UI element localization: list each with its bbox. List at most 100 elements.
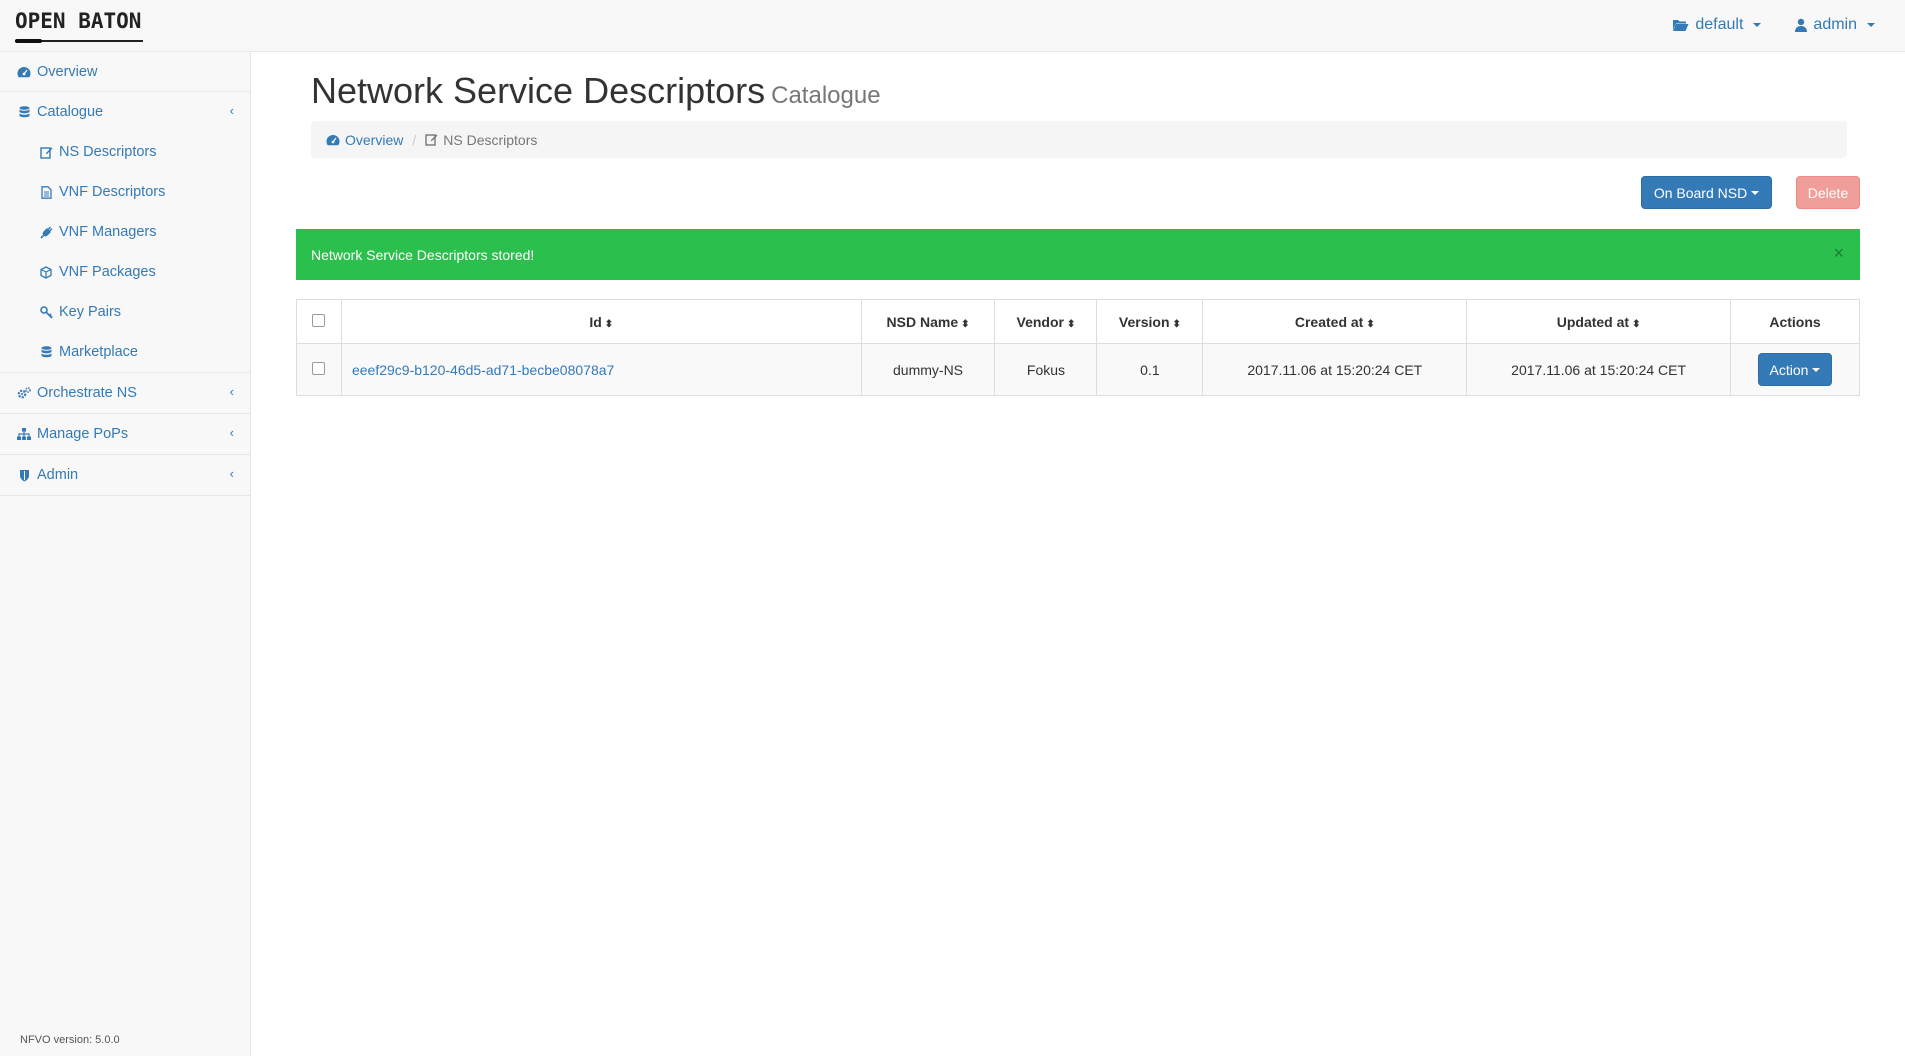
onboard-nsd-button[interactable]: On Board NSD: [1641, 176, 1772, 209]
actions-cell: Action: [1730, 343, 1860, 396]
breadcrumb-current-label: NS Descriptors: [443, 131, 538, 148]
sidebar-item-label: VNF Descriptors: [59, 184, 166, 200]
edit-icon: [425, 133, 438, 146]
column-header-actions: Actions: [1730, 299, 1860, 344]
plug-icon: [39, 226, 53, 239]
page-title-text: Network Service Descriptors: [311, 70, 766, 111]
key-icon: [39, 305, 53, 319]
dashboard-icon: [326, 134, 340, 146]
sidebar-item-label: NS Descriptors: [59, 144, 157, 160]
select-all-header: [296, 299, 342, 344]
column-header-updated-at[interactable]: Updated at ⬍: [1466, 299, 1732, 344]
column-header-label: Created at: [1294, 313, 1364, 330]
select-all-checkbox[interactable]: [312, 313, 326, 327]
vendor-cell: Fokus: [994, 343, 1098, 396]
sidebar-item-label: Admin: [37, 467, 79, 483]
sitemap-icon: [17, 428, 31, 440]
column-header-id[interactable]: Id ⬍: [340, 299, 862, 344]
sort-icon: ⬍: [1366, 318, 1375, 330]
sidebar-item-overview[interactable]: Overview: [0, 52, 250, 92]
sidebar-item-admin[interactable]: Admin ‹: [0, 455, 250, 496]
caret-down-icon: [1751, 190, 1760, 195]
project-dropdown[interactable]: default: [1672, 16, 1762, 34]
column-header-label: Id: [589, 313, 602, 330]
sidebar-item-key-pairs[interactable]: Key Pairs: [0, 292, 250, 332]
column-header-vendor[interactable]: Vendor ⬍: [994, 299, 1098, 344]
delete-button[interactable]: Delete: [1796, 176, 1860, 209]
sort-icon: ⬍: [1632, 318, 1641, 330]
sidebar-item-ns-descriptors[interactable]: NS Descriptors: [0, 132, 250, 172]
sort-icon: ⬍: [1172, 318, 1181, 330]
breadcrumb-current: NS Descriptors: [425, 132, 537, 148]
table-row: eeef29c9-b120-46d5-ad71-becbe08078a7 dum…: [296, 343, 1860, 396]
sidebar-item-label: Manage PoPs: [37, 426, 129, 442]
sidebar-item-orchestrate-ns[interactable]: Orchestrate NS ‹: [0, 373, 250, 414]
id-cell: eeef29c9-b120-46d5-ad71-becbe08078a7: [340, 343, 862, 396]
row-select-cell: [296, 343, 342, 396]
chevron-left-icon: ‹: [229, 466, 234, 481]
updated-at-cell: 2017.11.06 at 15:20:24 CET: [1466, 343, 1732, 396]
sidebar-item-marketplace[interactable]: Marketplace: [0, 332, 250, 372]
sidebar-item-catalogue[interactable]: Catalogue ‹: [0, 92, 250, 132]
database-icon: [17, 105, 31, 119]
breadcrumb: Overview / NS Descriptors: [311, 121, 1847, 158]
chevron-left-icon: ‹: [229, 103, 234, 118]
close-icon[interactable]: ×: [1833, 243, 1844, 264]
brand-logo[interactable]: OPEN BATON: [15, 9, 141, 33]
action-dropdown-button[interactable]: Action: [1758, 353, 1832, 386]
file-icon: [39, 185, 53, 199]
column-header-label: Vendor: [1016, 313, 1064, 330]
catalogue-group: Catalogue ‹ NS Descriptors VNF Descripto…: [0, 92, 250, 373]
database-icon: [39, 345, 53, 359]
cube-icon: [39, 265, 53, 279]
breadcrumb-separator: /: [412, 131, 417, 148]
caret-down-icon: [1753, 23, 1762, 27]
sidebar-item-label: Overview: [37, 63, 98, 80]
chevron-left-icon: ‹: [229, 425, 234, 440]
folder-open-icon: [1672, 18, 1689, 32]
cogs-icon: [17, 386, 31, 400]
breadcrumb-overview-label: Overview: [345, 131, 404, 148]
delete-label: Delete: [1807, 184, 1849, 201]
column-header-version[interactable]: Version ⬍: [1096, 299, 1204, 344]
sort-icon: ⬍: [1067, 318, 1076, 330]
sidebar-item-vnf-managers[interactable]: VNF Managers: [0, 212, 250, 252]
row-checkbox[interactable]: [312, 361, 326, 375]
sidebar: Overview Catalogue ‹ NS Descriptors VNF …: [0, 52, 251, 1056]
sidebar-item-label: Marketplace: [59, 344, 138, 360]
user-label: admin: [1813, 16, 1857, 33]
catalogue-submenu: NS Descriptors VNF Descriptors VNF Manag…: [0, 132, 250, 372]
breadcrumb-overview[interactable]: Overview: [326, 132, 403, 148]
nsd-table: Id ⬍ NSD Name ⬍ Vendor ⬍ Version ⬍ Created a…: [296, 299, 1860, 396]
sidebar-item-label: Catalogue: [37, 104, 104, 120]
main-content: Network Service Descriptors Catalogue Ove…: [251, 52, 1905, 1056]
sidebar-item-vnf-descriptors[interactable]: VNF Descriptors: [0, 172, 250, 212]
action-label: Action: [1769, 361, 1809, 378]
chevron-left-icon: ‹: [229, 384, 234, 399]
version-cell: 0.1: [1096, 343, 1204, 396]
brand-underline-accent: [15, 39, 42, 43]
sort-icon: ⬍: [961, 318, 970, 330]
column-header-label: Updated at: [1556, 313, 1630, 330]
sidebar-item-label: VNF Packages: [59, 264, 156, 280]
table-header-row: Id ⬍ NSD Name ⬍ Vendor ⬍ Version ⬍ Created a…: [296, 299, 1860, 344]
page-title: Network Service Descriptors Catalogue: [311, 70, 881, 112]
onboard-nsd-label: On Board NSD: [1653, 184, 1748, 201]
column-header-label: Actions: [1769, 313, 1821, 330]
project-label: default: [1695, 16, 1744, 33]
dashboard-icon: [17, 66, 31, 78]
sidebar-item-manage-pops[interactable]: Manage PoPs ‹: [0, 414, 250, 455]
column-header-label: Version: [1118, 313, 1170, 330]
success-alert: Network Service Descriptors stored! ×: [296, 229, 1860, 280]
shield-icon: [17, 469, 31, 482]
caret-down-icon: [1812, 367, 1821, 372]
created-at-cell: 2017.11.06 at 15:20:24 CET: [1202, 343, 1468, 396]
sidebar-item-vnf-packages[interactable]: VNF Packages: [0, 252, 250, 292]
column-header-created-at[interactable]: Created at ⬍: [1202, 299, 1468, 344]
caret-down-icon: [1867, 23, 1875, 27]
nsd-id-link[interactable]: eeef29c9-b120-46d5-ad71-becbe08078a7: [352, 362, 614, 378]
top-navbar: OPEN BATON default admin: [0, 0, 1905, 52]
column-header-nsd-name[interactable]: NSD Name ⬍: [860, 299, 996, 344]
navbar-right: default admin: [1672, 16, 1875, 34]
user-dropdown[interactable]: admin: [1795, 16, 1875, 34]
